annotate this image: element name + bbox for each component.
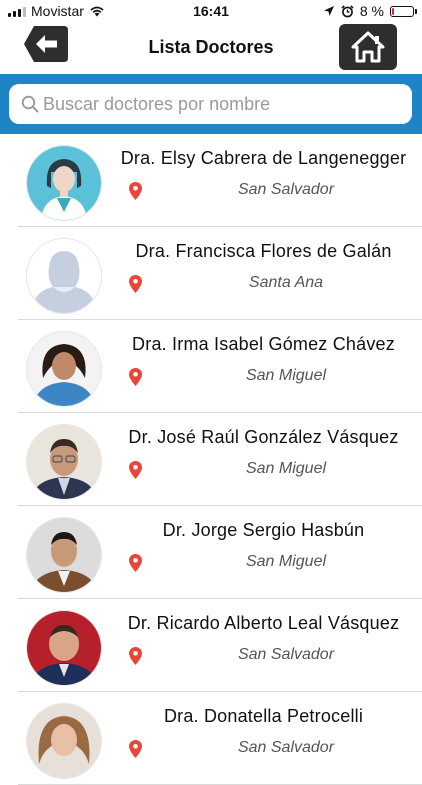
doctor-city: San Salvador (237, 181, 335, 198)
doctor-city: San Salvador (237, 739, 335, 756)
status-right: 8 % (323, 3, 417, 19)
doctor-row[interactable]: Dr. Ricardo Alberto Leal Vásquez San Sal… (0, 599, 422, 692)
avatar (27, 146, 101, 220)
doctor-photo-avatar (27, 611, 101, 685)
doctor-row[interactable]: Dra. Donatella Petrocelli San Salvador (0, 692, 422, 785)
home-icon (351, 31, 385, 63)
avatar (27, 332, 101, 406)
doctor-city: San Salvador (237, 646, 335, 663)
alarm-icon (341, 4, 354, 17)
doctor-name: Dra. Francisca Flores de Galán (135, 241, 392, 261)
doctor-list: Dra. Elsy Cabrera de Langenegger San Sal… (0, 134, 422, 785)
battery-percent: 8 % (359, 3, 384, 19)
avatar (27, 425, 101, 499)
doctor-city: Santa Ana (248, 274, 324, 291)
female-doctor-avatar-icon (27, 146, 101, 220)
battery-level (392, 7, 394, 15)
avatar (27, 518, 101, 592)
search-icon (21, 95, 39, 113)
doctor-name: Dr. Ricardo Alberto Leal Vásquez (127, 613, 400, 633)
doctor-name: Dra. Donatella Petrocelli (163, 706, 364, 726)
avatar (27, 611, 101, 685)
doctor-row[interactable]: Dra. Elsy Cabrera de Langenegger San Sal… (0, 134, 422, 227)
doctor-photo-avatar (27, 704, 101, 778)
search-bar (0, 74, 422, 134)
search-input[interactable] (43, 84, 403, 124)
doctor-city: San Miguel (245, 367, 327, 384)
location-arrow-icon (323, 6, 334, 16)
avatar (27, 704, 101, 778)
location-pin-icon (129, 275, 142, 293)
doctor-photo-avatar (27, 425, 101, 499)
doctor-name: Dra. Irma Isabel Gómez Chávez (132, 334, 395, 354)
location-pin-icon (129, 368, 142, 386)
doctor-name: Dra. Elsy Cabrera de Langenegger (120, 148, 407, 168)
location-pin-icon (129, 182, 142, 200)
home-button[interactable] (339, 24, 397, 70)
nav-bar: Lista Doctores (0, 22, 422, 74)
doctor-name: Dr. Jorge Sergio Hasbún (162, 520, 365, 540)
battery-icon (390, 5, 417, 17)
doctor-row[interactable]: Dra. Irma Isabel Gómez Chávez San Miguel (0, 320, 422, 413)
location-pin-icon (129, 647, 142, 665)
status-bar: Movistar 16:41 8 % (0, 0, 422, 22)
doctor-name: Dr. José Raúl González Vásquez (128, 427, 399, 447)
search-box[interactable] (9, 84, 412, 124)
doctor-city: San Miguel (245, 460, 327, 477)
doctor-row[interactable]: Dr. José Raúl González Vásquez San Migue… (0, 413, 422, 506)
location-pin-icon (129, 461, 142, 479)
doctor-row[interactable]: Dra. Francisca Flores de Galán Santa Ana (0, 227, 422, 320)
doctor-photo-avatar (27, 518, 101, 592)
placeholder-silhouette-avatar-icon (27, 239, 101, 313)
avatar (27, 239, 101, 313)
doctor-city: San Miguel (245, 553, 327, 570)
location-pin-icon (129, 554, 142, 572)
doctor-photo-avatar (27, 332, 101, 406)
doctor-row[interactable]: Dr. Jorge Sergio Hasbún San Miguel (0, 506, 422, 599)
location-pin-icon (129, 740, 142, 758)
